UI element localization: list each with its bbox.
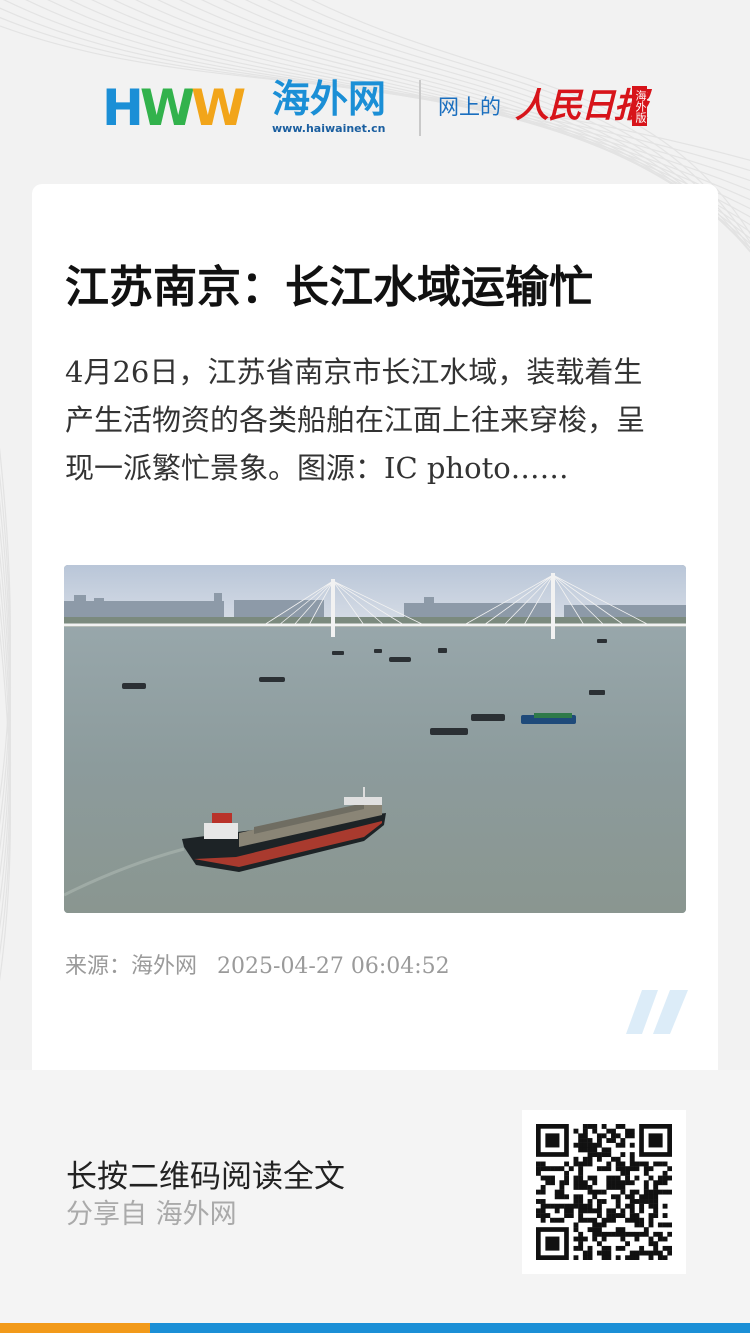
logo-letter-w: W — [191, 79, 246, 137]
site-header: HWW 海外网 www.haiwainet.cn 网上的 人民日报 海外版 — [0, 72, 750, 142]
logo-letter-h: H — [102, 79, 144, 137]
river-ships-image — [64, 565, 686, 913]
logo-letter-w: W — [139, 79, 195, 137]
share-footer: 长按二维码阅读全文 分享自 海外网 — [0, 1070, 750, 1323]
partner-prefix: 网上的 — [438, 95, 501, 119]
logo-url: www.haiwainet.cn — [272, 122, 386, 135]
article-photo[interactable] — [64, 565, 686, 913]
strip-accent — [0, 1323, 150, 1333]
article-card[interactable]: 江苏南京：长江水域运输忙 4月26日，江苏省南京市长江水域，装载着生产生活物资的… — [32, 184, 718, 1070]
qr-cta-text: 长按二维码阅读全文 — [66, 1159, 345, 1195]
qr-code[interactable] — [522, 1110, 686, 1274]
logo-divider — [419, 80, 421, 136]
hww-logo[interactable]: HWW — [102, 79, 246, 137]
share-source-text: 分享自 海外网 — [66, 1199, 237, 1230]
qr-code-icon — [536, 1124, 672, 1260]
article-title: 江苏南京：长江水域运输忙 — [65, 262, 593, 313]
article-meta: 来源：海外网 2025-04-27 06:04:52 — [65, 952, 450, 982]
logo-name: 海外网 — [272, 77, 387, 121]
source-label: 来源：海外网 — [65, 954, 198, 979]
article-summary: 4月26日，江苏省南京市长江水域，装载着生产生活物资的各类船舶在江面上往来穿梭，… — [65, 355, 646, 485]
overseas-edition-badge: 海外版 — [632, 86, 647, 126]
peoples-daily-logo: 人民日报 — [515, 86, 648, 126]
publish-datetime: 2025-04-27 06:04:52 — [217, 954, 450, 979]
double-slash-quote-icon — [626, 990, 688, 1034]
bottom-color-strip — [0, 1323, 750, 1333]
